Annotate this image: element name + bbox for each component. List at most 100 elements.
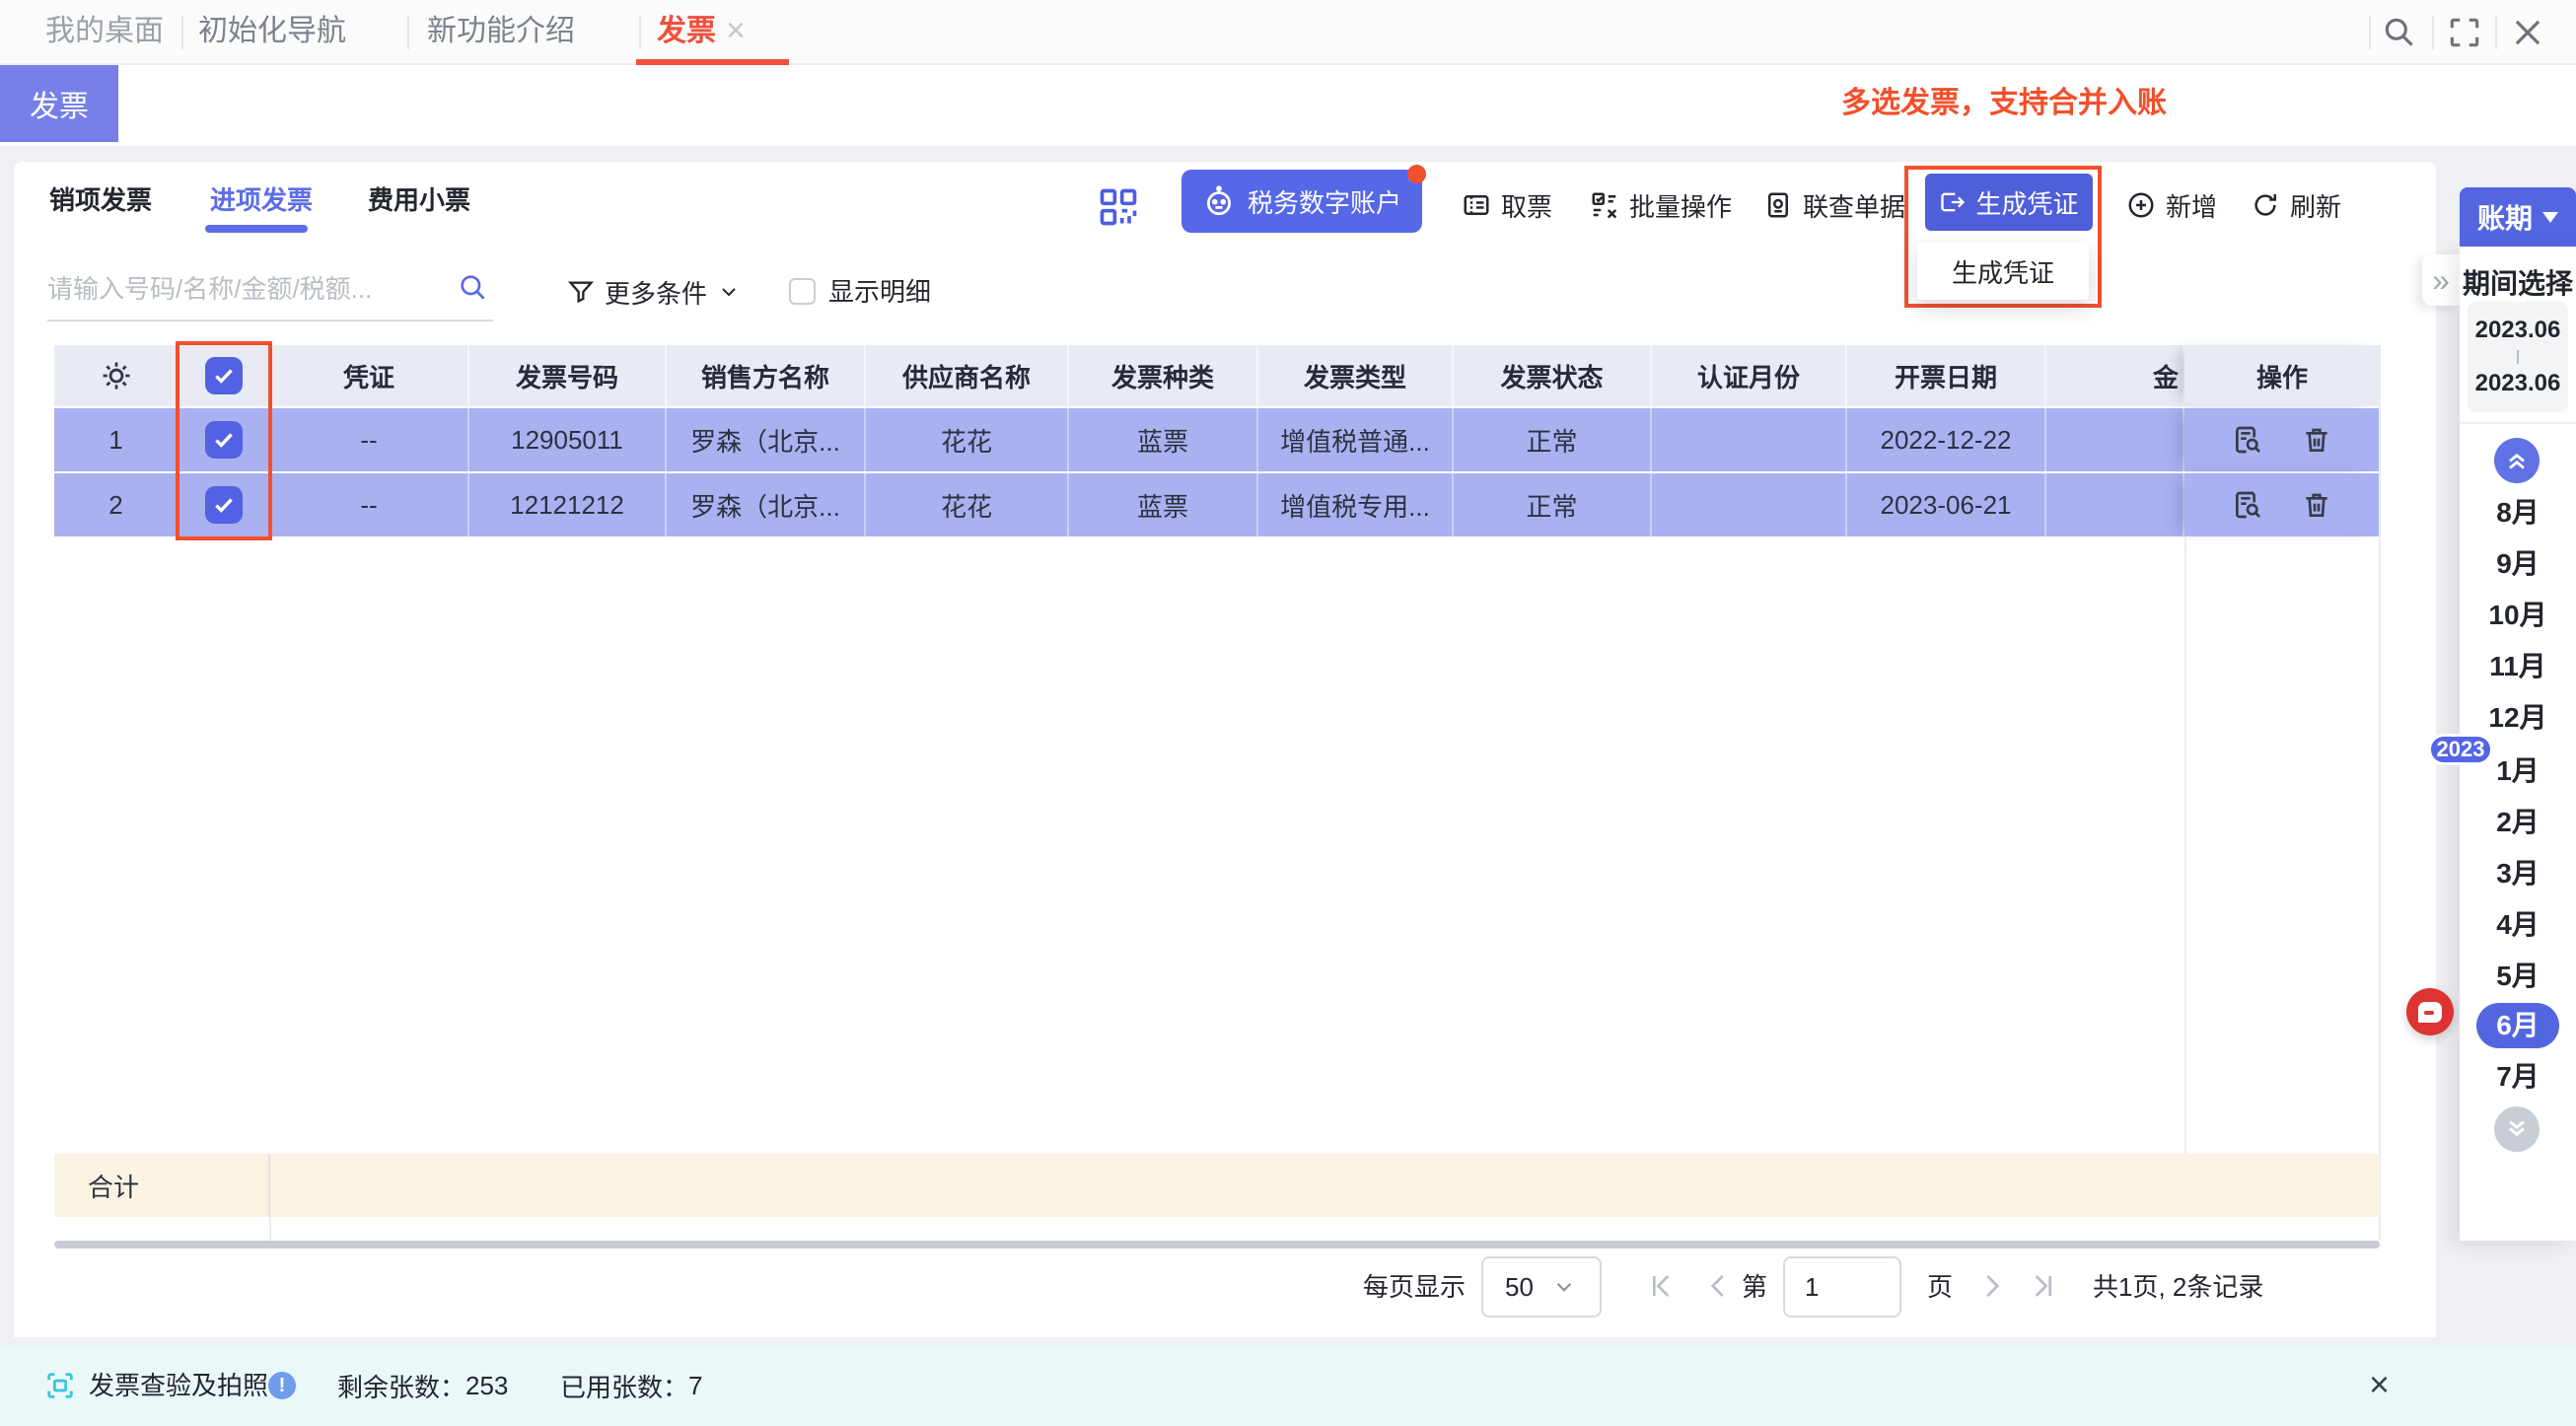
close-icon[interactable] (2509, 14, 2546, 51)
remaining-label: 剩余张数： (337, 1368, 465, 1404)
generate-voucher-menu-item[interactable]: 生成凭证 (1917, 243, 2089, 300)
horizontal-scrollbar[interactable] (54, 1241, 2380, 1248)
tab-separator (639, 16, 641, 49)
month-item-selected[interactable]: 6月 (2476, 1003, 2559, 1048)
remaining-value: 253 (465, 1371, 508, 1401)
chat-support-button[interactable] (2406, 988, 2454, 1035)
invoice-check-label[interactable]: 发票查验及拍照 (89, 1345, 268, 1426)
tab-close-icon[interactable]: × (726, 0, 746, 63)
window-tab-invoice[interactable]: 发票 (657, 0, 716, 63)
month-item[interactable]: 10月 (2460, 596, 2576, 635)
window-tab-init-nav[interactable]: 初始化导航 (198, 0, 346, 63)
search-icon[interactable] (2381, 14, 2418, 51)
col-voucher: 凭证 (270, 345, 469, 406)
cell-auth-month (1652, 473, 1847, 536)
column-settings-cell[interactable] (54, 345, 179, 406)
month-item[interactable]: 3月 (2460, 854, 2576, 893)
col-seller: 销售方名称 (667, 345, 866, 406)
cell-invoice-kind: 蓝票 (1069, 408, 1258, 471)
search-icon[interactable] (458, 272, 489, 304)
check-icon (211, 427, 237, 453)
table-row[interactable]: 2 -- 12121212 罗森（北京... 花花 蓝票 增值税专用... 正常… (54, 473, 2380, 536)
get-invoice-button[interactable]: 取票 (1462, 187, 1552, 223)
search-field-wrap (47, 262, 493, 321)
more-conditions-label: 更多条件 (605, 274, 707, 311)
refresh-button[interactable]: 刷新 (2251, 187, 2341, 223)
month-item[interactable]: 5月 (2460, 957, 2576, 996)
view-detail-icon[interactable] (2232, 489, 2263, 521)
used-count: 已用张数： 7 (560, 1345, 702, 1426)
page-number-input[interactable] (1783, 1256, 1901, 1318)
generate-voucher-button[interactable]: 生成凭证 (1925, 174, 2093, 231)
link-check-button[interactable]: 联查单据 (1763, 187, 1905, 223)
document-seal-icon (1763, 190, 1793, 220)
month-item[interactable]: 2月 (2460, 803, 2576, 842)
more-conditions-button[interactable]: 更多条件 (567, 272, 741, 312)
per-page-select[interactable]: 50 (1481, 1256, 1602, 1318)
tab-separator (407, 16, 409, 49)
table-divider (269, 1217, 271, 1243)
scroll-down-button[interactable] (2494, 1106, 2540, 1152)
month-item[interactable]: 12月 (2460, 698, 2576, 738)
cell-supplier: 花花 (866, 408, 1069, 471)
last-page-icon[interactable] (2028, 1270, 2059, 1302)
cell-invoice-no: 12121212 (469, 473, 667, 536)
select-all-checkbox[interactable] (205, 357, 243, 394)
info-icon[interactable]: ! (268, 1372, 296, 1399)
double-chevron-up-icon (2503, 447, 2531, 474)
scroll-up-button[interactable] (2494, 438, 2540, 483)
app-screen: 我的桌面 初始化导航 新功能介绍 发票 × 发票 多选发票，支持合并入账 销项发… (0, 0, 2576, 1426)
row-index: 2 (54, 473, 179, 536)
cell-actions (2184, 408, 2380, 471)
fullscreen-icon[interactable] (2446, 14, 2483, 51)
row-select-cell[interactable] (179, 473, 270, 536)
active-content-tab-underline (205, 225, 308, 233)
row-checkbox[interactable] (205, 421, 243, 459)
prev-page-icon[interactable] (1702, 1270, 1734, 1302)
tab-separator (2432, 16, 2434, 49)
view-detail-icon[interactable] (2232, 424, 2263, 456)
qr-code-icon[interactable] (1097, 185, 1140, 229)
notification-dot (1407, 165, 1426, 183)
search-input[interactable] (47, 262, 450, 316)
delete-icon[interactable] (2301, 489, 2332, 521)
period-range[interactable]: 2023.06 2023.06 (2468, 302, 2568, 412)
footer-close-icon[interactable]: × (2369, 1345, 2390, 1426)
panel-expand-handle[interactable]: » (2422, 254, 2460, 306)
first-page-icon[interactable] (1645, 1270, 1677, 1302)
cell-seller: 罗森（北京... (667, 408, 866, 471)
month-item[interactable]: 7月 (2460, 1057, 2576, 1097)
window-tab-new-features[interactable]: 新功能介绍 (427, 0, 575, 63)
period-from: 2023.06 (2475, 317, 2561, 344)
row-checkbox[interactable] (205, 486, 243, 524)
table-row[interactable]: 1 -- 12905011 罗森（北京... 花花 蓝票 增值税普通... 正常… (54, 408, 2380, 471)
delete-icon[interactable] (2301, 424, 2332, 456)
check-icon (211, 492, 237, 518)
add-button[interactable]: 新增 (2126, 187, 2217, 223)
month-item[interactable]: 4月 (2460, 905, 2576, 945)
row-select-cell[interactable] (179, 408, 270, 471)
month-item[interactable]: 9月 (2460, 544, 2576, 584)
batch-operations-button[interactable]: 批量操作 (1590, 187, 1732, 223)
cell-auth-month (1652, 408, 1847, 471)
tax-digital-account-label: 税务数字账户 (1248, 183, 1401, 220)
scan-photo-icon (43, 1369, 77, 1402)
tab-input-invoice[interactable]: 进项发票 (210, 178, 313, 223)
period-panel: 期间选择 2023.06 2023.06 8月 9月 10月 11月 12月 2… (2460, 247, 2576, 1241)
show-detail-checkbox[interactable] (789, 278, 816, 305)
window-tab-my-desktop[interactable]: 我的桌面 (45, 0, 164, 63)
window-tab-bar: 我的桌面 初始化导航 新功能介绍 发票 × (0, 0, 2576, 65)
select-all-cell[interactable] (179, 345, 270, 406)
cell-voucher: -- (270, 473, 469, 536)
col-invoice-status: 发票状态 (1454, 345, 1652, 406)
page-tab-invoice[interactable]: 发票 (0, 65, 118, 142)
used-label: 已用张数： (560, 1368, 688, 1404)
account-period-button[interactable]: 账期 (2460, 187, 2576, 247)
month-item[interactable]: 1月 (2460, 751, 2576, 791)
tab-expense-receipt[interactable]: 费用小票 (368, 178, 470, 223)
tax-digital-account-button[interactable]: 税务数字账户 (1181, 170, 1422, 233)
next-page-icon[interactable] (1976, 1270, 2008, 1302)
month-item[interactable]: 8月 (2460, 493, 2576, 533)
month-item[interactable]: 11月 (2460, 647, 2576, 686)
tab-sales-invoice[interactable]: 销项发票 (49, 178, 152, 223)
